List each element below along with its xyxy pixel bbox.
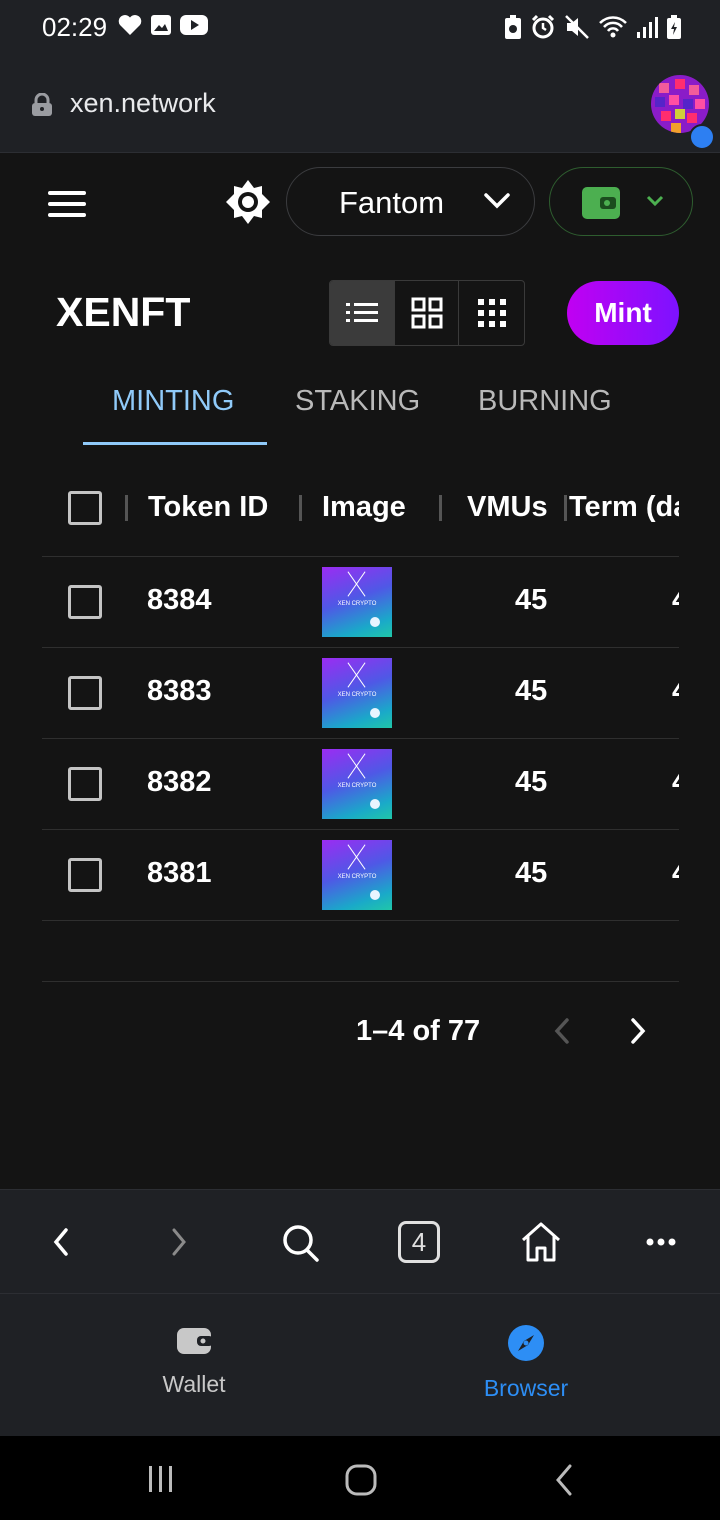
status-left-icons (118, 14, 208, 36)
page-title: XENFT (56, 289, 191, 335)
list-view-button[interactable] (330, 281, 395, 345)
alarm-icon (531, 14, 555, 39)
tab-wallet[interactable]: Wallet (114, 1324, 274, 1398)
home-nav-icon[interactable] (344, 1463, 378, 1497)
tab-browser[interactable]: Browser (446, 1324, 606, 1402)
menu-icon[interactable] (48, 191, 86, 217)
column-separator (125, 495, 128, 521)
table-row[interactable]: 8381 XEN CRYPTO 45 4 (42, 830, 679, 921)
table-row[interactable]: 8384 XEN CRYPTO 45 4 (42, 557, 679, 648)
select-all-checkbox[interactable] (68, 491, 102, 525)
column-header-term[interactable]: Term (da (569, 491, 679, 524)
table-row[interactable]: 8383 XEN CRYPTO 45 4 (42, 648, 679, 739)
theme-toggle-icon[interactable] (226, 180, 270, 224)
chevron-down-icon (484, 193, 510, 209)
token-id-cell: 8384 (147, 584, 212, 616)
gallery-icon (151, 15, 171, 35)
token-id-cell: 8383 (147, 675, 212, 707)
vmus-cell: 45 (515, 675, 548, 707)
tab-wallet-label: Wallet (162, 1371, 226, 1397)
next-page-icon[interactable] (628, 1017, 648, 1045)
bottom-tab-bar: Wallet Browser (0, 1293, 720, 1436)
wallet-icon (177, 1328, 213, 1354)
mint-button[interactable]: Mint (567, 281, 679, 345)
search-icon[interactable] (280, 1220, 320, 1264)
status-right-icons (504, 14, 682, 40)
tab-burning[interactable]: BURNING (478, 385, 612, 418)
tab-staking[interactable]: STAKING (295, 385, 420, 418)
forward-icon[interactable] (168, 1220, 190, 1264)
pagination-divider (42, 981, 679, 982)
grid-view-button[interactable] (395, 281, 460, 345)
term-cell: 4 (672, 675, 679, 708)
row-checkbox[interactable] (68, 767, 102, 801)
row-checkbox[interactable] (68, 585, 102, 619)
table-row[interactable]: 8382 XEN CRYPTO 45 4 (42, 739, 679, 830)
tabs-count-button[interactable]: 4 (398, 1221, 440, 1263)
lock-icon (32, 93, 52, 116)
heart-icon (118, 15, 142, 35)
more-options-icon[interactable] (646, 1220, 676, 1264)
account-badge-icon (689, 124, 715, 150)
row-checkbox[interactable] (68, 676, 102, 710)
column-header-image[interactable]: Image (322, 491, 406, 524)
battery-icon (667, 15, 681, 39)
vmus-cell: 45 (515, 857, 548, 889)
network-label: Fantom (339, 185, 445, 220)
browser-toolbar (0, 1189, 720, 1293)
vmus-cell: 45 (515, 584, 548, 616)
view-toggle[interactable] (329, 280, 525, 346)
grid-small-icon (477, 299, 506, 327)
column-header-vmus[interactable]: VMUs (467, 491, 548, 524)
vmus-cell: 45 (515, 766, 548, 798)
wallet-icon (582, 187, 620, 219)
table-header: Token ID Image VMUs Term (da (42, 463, 679, 557)
wifi-icon (599, 16, 627, 38)
column-separator (564, 495, 567, 521)
row-checkbox[interactable] (68, 858, 102, 892)
token-id-cell: 8381 (147, 857, 212, 889)
xenft-table: Token ID Image VMUs Term (da 8384 XEN CR… (42, 463, 679, 921)
address-bar[interactable]: xen.network (0, 55, 720, 153)
signal-icon (637, 17, 658, 38)
home-icon[interactable] (519, 1220, 563, 1264)
wallet-connect-button[interactable] (549, 167, 693, 236)
compact-grid-view-button[interactable] (459, 281, 524, 345)
battery-saver-icon (505, 15, 521, 39)
status-bar: 02:29 (0, 0, 720, 55)
column-separator (299, 495, 302, 521)
active-tab-indicator (83, 442, 267, 445)
column-separator (439, 495, 442, 521)
tab-minting[interactable]: MINTING (112, 385, 234, 418)
token-id-cell: 8382 (147, 766, 212, 798)
grid-large-icon (411, 297, 442, 329)
web-page: Fantom XENFT Mint MINTING STAKING BURNIN… (0, 153, 720, 1189)
system-nav-bar (0, 1436, 720, 1520)
chevron-down-icon (646, 195, 664, 207)
url-text[interactable]: xen.network (70, 88, 216, 119)
term-cell: 4 (672, 766, 679, 799)
back-icon[interactable] (50, 1220, 72, 1264)
network-select[interactable]: Fantom (286, 167, 535, 236)
xenft-image[interactable]: XEN CRYPTO (322, 567, 392, 637)
tab-browser-label: Browser (483, 1375, 569, 1401)
xenft-image[interactable]: XEN CRYPTO (322, 749, 392, 819)
pagination-range: 1–4 of 77 (356, 1015, 481, 1047)
xenft-image[interactable]: XEN CRYPTO (322, 840, 392, 910)
term-cell: 4 (672, 857, 679, 890)
previous-page-icon[interactable] (552, 1017, 572, 1045)
back-nav-icon[interactable] (552, 1463, 576, 1497)
recent-apps-icon[interactable] (146, 1464, 176, 1494)
status-time: 02:29 (42, 12, 108, 42)
tab-bar: MINTING STAKING BURNING (83, 373, 663, 445)
compass-icon (508, 1325, 544, 1361)
term-cell: 4 (672, 584, 679, 617)
list-icon (345, 303, 378, 322)
mute-icon (565, 15, 589, 39)
xenft-image[interactable]: XEN CRYPTO (322, 658, 392, 728)
youtube-icon (180, 15, 208, 35)
column-header-token-id[interactable]: Token ID (148, 491, 268, 524)
